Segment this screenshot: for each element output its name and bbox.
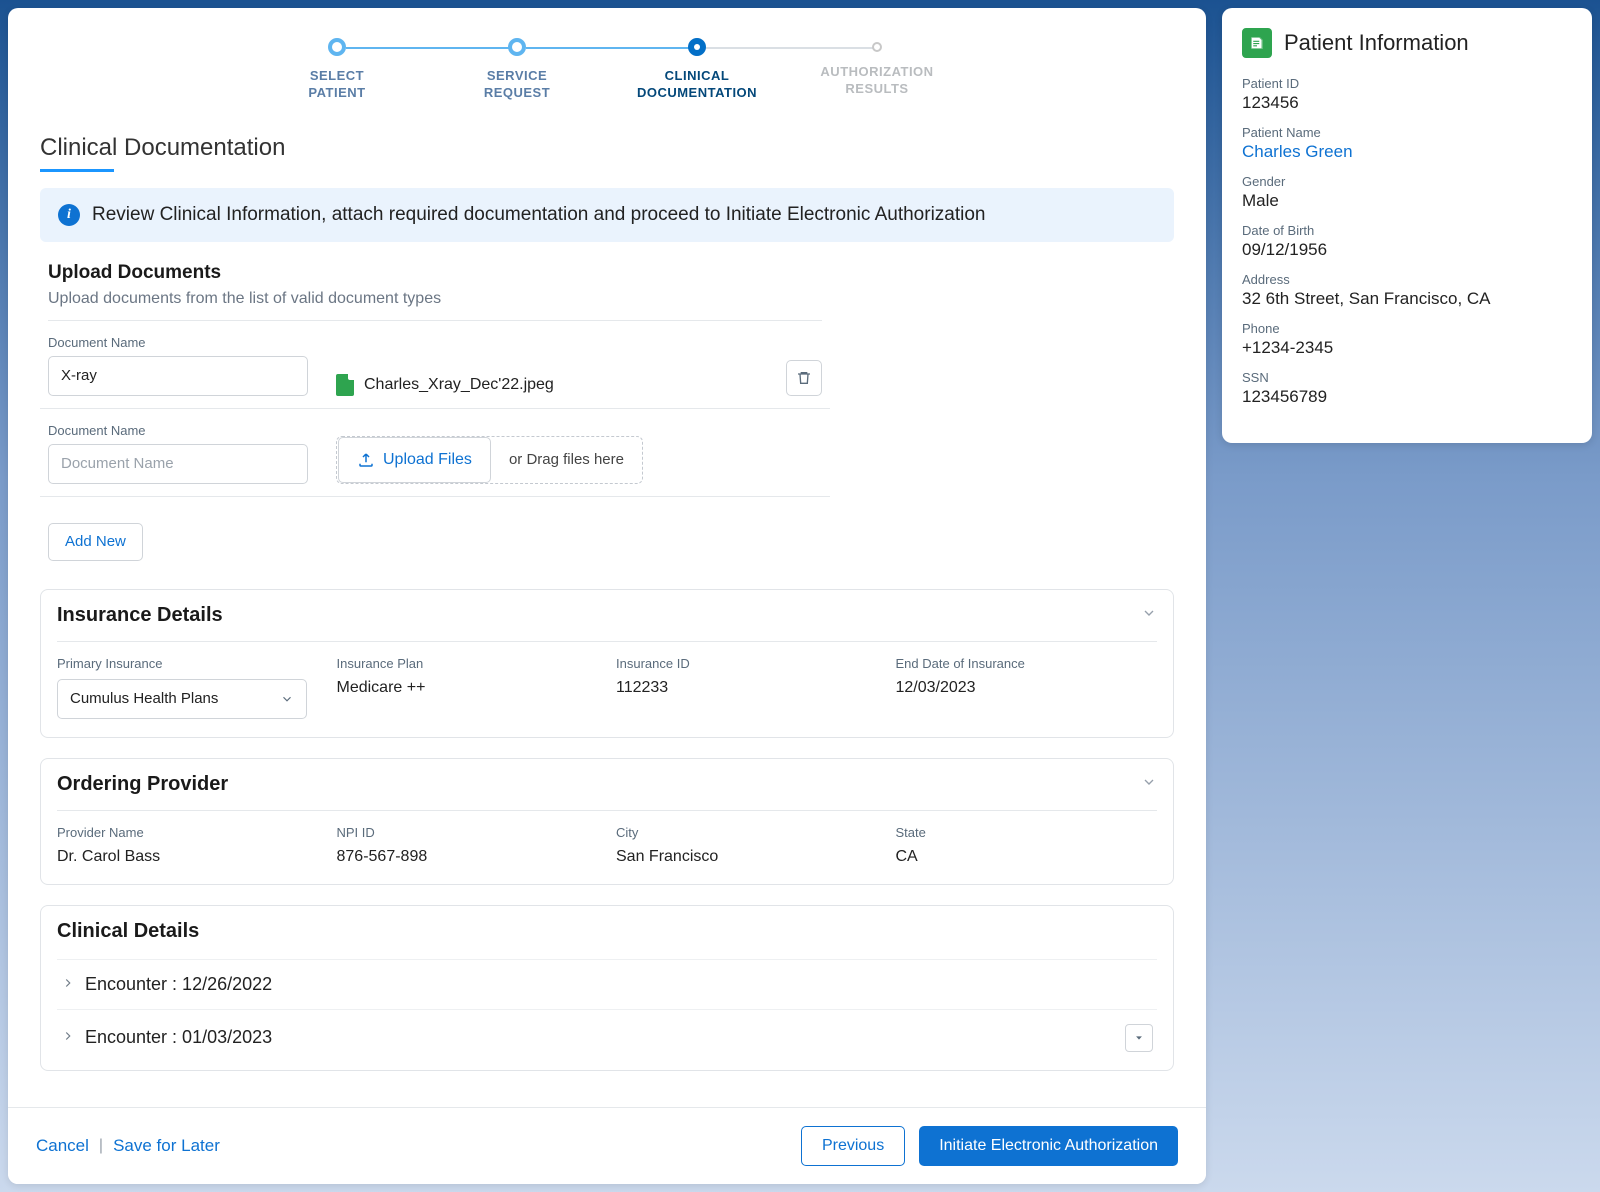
step-label: SELECT PATIENT	[247, 68, 427, 102]
encounter-row[interactable]: Encounter : 12/26/2022	[57, 959, 1157, 1009]
ordering-provider-card: Ordering Provider Provider Name Dr. Caro…	[40, 758, 1174, 885]
patient-id-value: 123456	[1242, 93, 1572, 113]
caret-down-icon	[1134, 1033, 1144, 1043]
provider-state-value: CA	[896, 848, 1158, 866]
document-name-input[interactable]	[48, 444, 308, 484]
upload-heading: Upload Documents	[48, 262, 822, 284]
encounter-menu-button[interactable]	[1125, 1024, 1153, 1052]
clinical-details-title: Clinical Details	[57, 920, 199, 943]
npi-id-label: NPI ID	[337, 825, 599, 840]
previous-button[interactable]: Previous	[801, 1126, 905, 1166]
file-icon	[336, 374, 354, 396]
chevron-right-icon	[61, 974, 75, 995]
chevron-down-icon	[1141, 605, 1157, 621]
chevron-down-icon	[1141, 774, 1157, 790]
divider	[57, 810, 1157, 811]
step-connector	[526, 47, 697, 49]
drag-hint-text: or Drag files here	[491, 451, 642, 468]
step-label: CLINICAL DOCUMENTATION	[607, 68, 787, 102]
insurance-end-date-label: End Date of Insurance	[896, 656, 1158, 671]
insurance-details-card: Insurance Details Primary Insurance Cumu…	[40, 589, 1174, 738]
insurance-id-label: Insurance ID	[616, 656, 878, 671]
document-name-label: Document Name	[48, 423, 308, 438]
trash-icon	[796, 370, 812, 386]
upload-files-label: Upload Files	[383, 451, 472, 469]
npi-id-value: 876-567-898	[337, 848, 599, 866]
step-dot-icon	[872, 42, 882, 52]
step-dot-icon	[688, 38, 706, 56]
primary-insurance-value: Cumulus Health Plans	[70, 690, 218, 707]
encounter-label: Encounter : 12/26/2022	[85, 974, 272, 995]
provider-name-label: Provider Name	[57, 825, 319, 840]
patient-ssn-label: SSN	[1242, 370, 1572, 385]
provider-name-value: Dr. Carol Bass	[57, 848, 319, 866]
progress-stepper: SELECT PATIENT SERVICE REQUEST CLINICAL …	[8, 8, 1206, 116]
add-new-button[interactable]: Add New	[48, 523, 143, 561]
patient-info-icon	[1242, 28, 1272, 58]
patient-dob-label: Date of Birth	[1242, 223, 1572, 238]
upload-subheading: Upload documents from the list of valid …	[48, 290, 822, 308]
insurance-plan-label: Insurance Plan	[337, 656, 599, 671]
step-label: SERVICE REQUEST	[427, 68, 607, 102]
save-for-later-link[interactable]: Save for Later	[113, 1136, 220, 1156]
encounter-row[interactable]: Encounter : 01/03/2023	[57, 1009, 1157, 1066]
document-name-label: Document Name	[48, 335, 308, 350]
uploaded-file-name: Charles_Xray_Dec'22.jpeg	[364, 376, 554, 394]
step-dot-icon	[508, 38, 526, 56]
patient-id-label: Patient ID	[1242, 76, 1572, 91]
separator: |	[99, 1137, 103, 1155]
file-upload-dropzone[interactable]: Upload Files or Drag files here	[336, 436, 643, 484]
provider-city-label: City	[616, 825, 878, 840]
encounter-label: Encounter : 01/03/2023	[85, 1027, 272, 1048]
info-banner: i Review Clinical Information, attach re…	[40, 188, 1174, 242]
patient-phone-value: +1234-2345	[1242, 338, 1572, 358]
patient-dob-value: 09/12/1956	[1242, 240, 1572, 260]
patient-name-label: Patient Name	[1242, 125, 1572, 140]
step-dot-icon	[328, 38, 346, 56]
delete-file-button[interactable]	[786, 360, 822, 396]
collapse-toggle[interactable]	[1141, 605, 1157, 626]
patient-name-link[interactable]: Charles Green	[1242, 142, 1572, 162]
patient-ssn-value: 123456789	[1242, 387, 1572, 407]
insurance-id-value: 112233	[616, 679, 878, 697]
insurance-plan-value: Medicare ++	[337, 679, 599, 697]
insurance-card-title: Insurance Details	[57, 604, 223, 627]
uploaded-file-chip: Charles_Xray_Dec'22.jpeg	[336, 374, 554, 396]
patient-address-label: Address	[1242, 272, 1572, 287]
primary-insurance-select[interactable]: Cumulus Health Plans	[57, 679, 307, 719]
chevron-down-icon	[280, 692, 294, 706]
step-connector	[706, 47, 877, 49]
insurance-end-date-value: 12/03/2023	[896, 679, 1158, 697]
upload-icon	[357, 451, 375, 469]
patient-address-value: 32 6th Street, San Francisco, CA	[1242, 289, 1572, 309]
main-panel: SELECT PATIENT SERVICE REQUEST CLINICAL …	[8, 8, 1206, 1184]
patient-phone-label: Phone	[1242, 321, 1572, 336]
page-title: Clinical Documentation	[40, 134, 1174, 170]
patient-side-panel: Patient Information Patient ID 123456 Pat…	[1222, 8, 1592, 1184]
step-label: AUTHORIZATION RESULTS	[787, 64, 967, 98]
clinical-details-card: Clinical Details Encounter : 12/26/2022 …	[40, 905, 1174, 1071]
cancel-link[interactable]: Cancel	[36, 1136, 89, 1156]
collapse-toggle[interactable]	[1141, 774, 1157, 795]
document-name-input[interactable]	[48, 356, 308, 396]
patient-panel-title: Patient Information	[1284, 30, 1469, 56]
patient-gender-label: Gender	[1242, 174, 1572, 189]
initiate-authorization-button[interactable]: Initiate Electronic Authorization	[919, 1126, 1178, 1166]
footer-bar: Cancel | Save for Later Previous Initiat…	[8, 1107, 1206, 1184]
chevron-right-icon	[61, 1027, 75, 1048]
provider-state-label: State	[896, 825, 1158, 840]
primary-insurance-label: Primary Insurance	[57, 656, 319, 671]
divider	[48, 320, 822, 321]
ordering-provider-title: Ordering Provider	[57, 773, 228, 796]
step-connector	[346, 47, 517, 49]
info-icon: i	[58, 204, 80, 226]
provider-city-value: San Francisco	[616, 848, 878, 866]
patient-gender-value: Male	[1242, 191, 1572, 211]
upload-files-button[interactable]: Upload Files	[338, 437, 491, 483]
info-banner-text: Review Clinical Information, attach requ…	[92, 204, 986, 226]
divider	[57, 641, 1157, 642]
